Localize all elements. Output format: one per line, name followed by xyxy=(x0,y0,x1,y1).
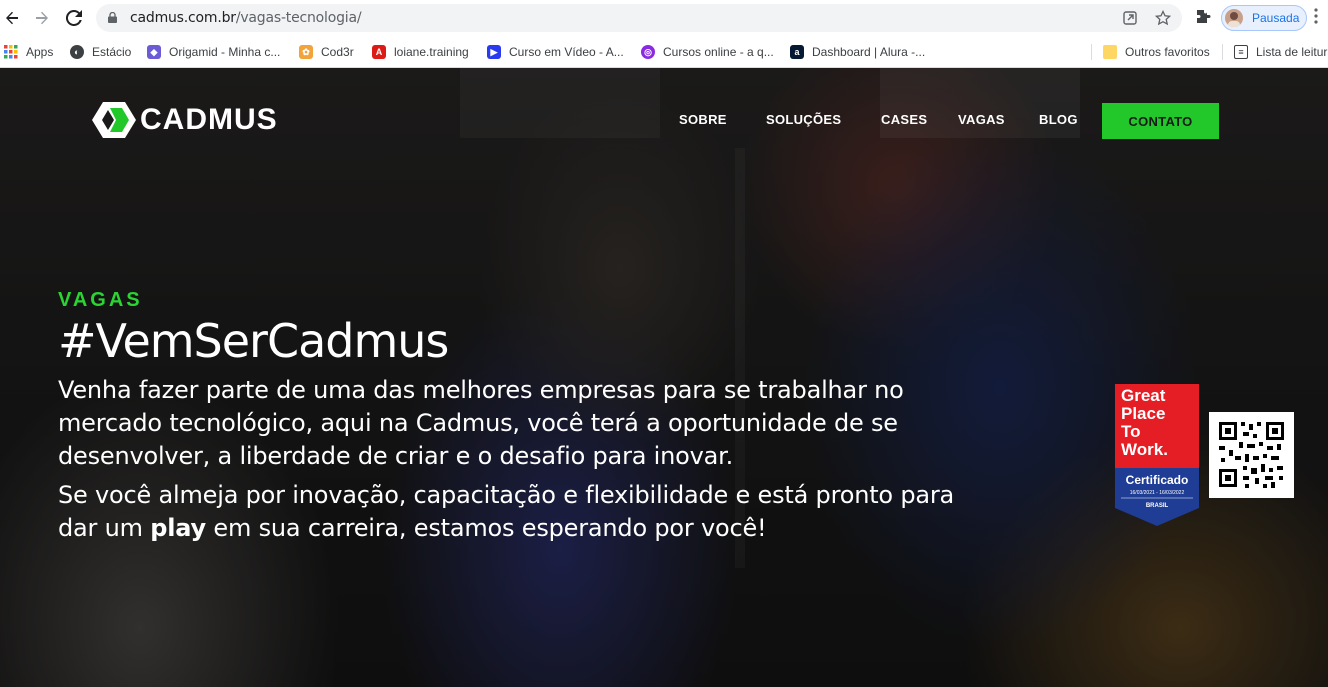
badge-line-to: To xyxy=(1121,422,1141,441)
bookmark-label: Cursos online - a q... xyxy=(663,45,774,59)
lock-icon[interactable] xyxy=(108,12,117,23)
nav-cases[interactable]: CASES xyxy=(881,112,927,127)
bookmark-separator xyxy=(1222,44,1223,60)
profile-status: Pausada xyxy=(1252,11,1300,25)
forward-arrow-icon[interactable] xyxy=(30,6,54,30)
bookmark-estacio[interactable]: ◐ Estácio xyxy=(70,43,131,61)
bookmark-label: Dashboard | Alura -... xyxy=(812,45,926,59)
cta-paragraph: Se você almeja por inovação, capacitação… xyxy=(58,479,998,545)
badge-certified: Certificado xyxy=(1125,473,1189,487)
address-bar[interactable]: cadmus.com.br/vagas-tecnologia/ xyxy=(96,4,1182,32)
bookmark-cursos-online[interactable]: ◎ Cursos online - a q... xyxy=(641,43,774,61)
extensions-puzzle-icon[interactable] xyxy=(1194,8,1212,26)
apps-grid-icon xyxy=(4,45,18,59)
nav-vagas[interactable]: VAGAS xyxy=(958,112,1005,127)
cod3r-icon: ✿ xyxy=(299,45,313,59)
page-title: #VemSerCadmus xyxy=(58,314,449,368)
section-kicker: VAGAS xyxy=(58,289,143,311)
url-text[interactable]: cadmus.com.br/vagas-tecnologia/ xyxy=(130,10,362,26)
bookmark-label: Curso em Vídeo - A... xyxy=(509,45,624,59)
url-host: cadmus.com.br xyxy=(130,10,236,26)
bookmark-label: Lista de leitura xyxy=(1256,45,1328,59)
bookmark-loiane[interactable]: A loiane.training xyxy=(372,43,469,61)
origamid-icon: ◆ xyxy=(147,45,161,59)
nav-blog[interactable]: BLOG xyxy=(1039,112,1078,127)
cadmus-logo-icon xyxy=(92,102,136,138)
bookmark-separator xyxy=(1091,44,1092,60)
intro-paragraph: Venha fazer parte de uma das melhores em… xyxy=(58,376,904,470)
globe-icon: ◐ xyxy=(70,45,84,59)
hero-section: CADMUS SOBRE SOLUÇÕES CASES VAGAS BLOG C… xyxy=(0,68,1328,687)
bookmark-apps[interactable]: Apps xyxy=(4,43,53,61)
bookmark-lista-de-leitura[interactable]: ≡ Lista de leitura xyxy=(1234,43,1328,61)
cursos-online-icon: ◎ xyxy=(641,45,655,59)
curso-em-video-icon: ▶ xyxy=(487,45,501,59)
great-place-to-work-badge: Great Place To Work. Certificado 16/03/2… xyxy=(1115,384,1199,526)
bookmarks-bar: Apps ◐ Estácio ◆ Origamid - Minha c... ✿… xyxy=(0,36,1328,68)
bookmark-label: Estácio xyxy=(92,45,132,59)
nav-sobre[interactable]: SOBRE xyxy=(679,112,727,127)
bookmark-curso-em-video[interactable]: ▶ Curso em Vídeo - A... xyxy=(487,43,624,61)
reload-icon[interactable] xyxy=(62,6,86,30)
badge-line-great: Great xyxy=(1121,386,1166,405)
bookmark-outros-favoritos[interactable]: Outros favoritos xyxy=(1103,43,1210,61)
nav-solucoes[interactable]: SOLUÇÕES xyxy=(766,112,841,127)
cta-text-after: em sua carreira, estamos esperando por v… xyxy=(205,514,767,542)
contato-button[interactable]: CONTATO xyxy=(1102,103,1219,139)
cta-play-word: play xyxy=(150,514,206,542)
qr-code xyxy=(1209,412,1294,498)
reading-list-icon: ≡ xyxy=(1234,45,1248,59)
back-arrow-icon[interactable] xyxy=(0,6,24,30)
share-icon[interactable] xyxy=(1121,9,1139,27)
bookmark-label: Origamid - Minha c... xyxy=(169,45,281,59)
bookmark-label: Cod3r xyxy=(321,45,354,59)
star-bookmark-icon[interactable] xyxy=(1154,9,1172,27)
badge-line-place: Place xyxy=(1121,404,1166,423)
avatar xyxy=(1225,9,1243,27)
bookmark-label: loiane.training xyxy=(394,45,469,59)
bookmark-cod3r[interactable]: ✿ Cod3r xyxy=(299,43,354,61)
browser-toolbar: cadmus.com.br/vagas-tecnologia/ Pausada xyxy=(0,0,1328,36)
badge-line-work: Work. xyxy=(1121,440,1168,459)
more-menu-icon[interactable] xyxy=(1314,8,1324,28)
badge-dates: 16/03/2021 - 16/03/2022 xyxy=(1129,490,1185,496)
folder-icon xyxy=(1103,45,1117,59)
angular-icon: A xyxy=(372,45,386,59)
cadmus-logo[interactable]: CADMUS xyxy=(92,102,278,138)
bookmark-label: Outros favoritos xyxy=(1125,45,1210,59)
url-path: /vagas-tecnologia/ xyxy=(235,10,362,26)
bookmark-alura[interactable]: a Dashboard | Alura -... xyxy=(790,43,925,61)
alura-icon: a xyxy=(790,45,804,59)
logo-wordmark: CADMUS xyxy=(140,103,278,136)
bookmark-label: Apps xyxy=(26,45,54,59)
badge-country: BRASIL xyxy=(1145,503,1169,509)
profile-button[interactable]: Pausada xyxy=(1221,5,1307,31)
bookmark-origamid[interactable]: ◆ Origamid - Minha c... xyxy=(147,43,280,61)
